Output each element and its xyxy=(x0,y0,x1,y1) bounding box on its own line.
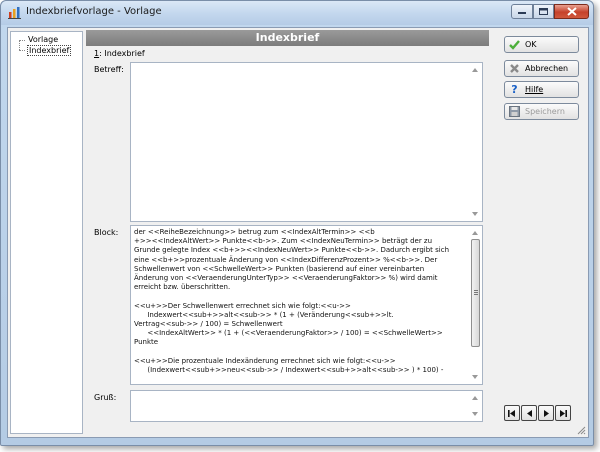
ok-button[interactable]: OK xyxy=(504,36,579,53)
help-question-icon: ? xyxy=(511,83,518,96)
last-record-icon xyxy=(560,409,567,417)
block-label: Block: xyxy=(94,228,119,237)
block-textarea[interactable]: der <<ReiheBezeichnung>> betrug zum <<In… xyxy=(130,225,483,385)
gruss-textarea[interactable] xyxy=(130,390,483,422)
template-tree[interactable]: Vorlage Indexbrief xyxy=(10,31,83,434)
help-button[interactable]: ? Hilfe xyxy=(504,81,579,98)
gruss-label: Gruß: xyxy=(94,393,117,402)
save-label: Speichern xyxy=(525,107,565,116)
main-window: Indexbriefvorlage - Vorlage Vorlage Inde… xyxy=(0,0,594,446)
maximize-button[interactable] xyxy=(533,4,554,19)
betreff-textarea[interactable] xyxy=(130,62,483,222)
resize-grip-icon[interactable] xyxy=(576,425,586,435)
betreff-scrollbar[interactable] xyxy=(470,63,482,221)
scroll-up-icon[interactable] xyxy=(472,396,478,400)
cancel-label: Abbrechen xyxy=(525,64,569,73)
form-panel: Indexbrief 1: Indexbrief Betreff: Block:… xyxy=(86,30,491,436)
check-icon xyxy=(509,39,520,50)
scroll-up-icon[interactable] xyxy=(472,231,478,235)
app-icon xyxy=(8,7,21,19)
maximize-icon xyxy=(539,8,548,15)
minimize-button[interactable] xyxy=(511,4,533,19)
ok-label: OK xyxy=(525,40,537,49)
first-record-button[interactable] xyxy=(504,405,520,421)
minimize-icon xyxy=(518,11,526,14)
tab-label: : Indexbrief xyxy=(99,49,145,58)
next-record-icon xyxy=(543,409,549,417)
cancel-button[interactable]: Abbrechen xyxy=(504,60,579,77)
dialog-content: Vorlage Indexbrief Indexbrief 1: Indexbr… xyxy=(7,27,589,438)
previous-record-icon xyxy=(526,409,532,417)
scroll-up-icon[interactable] xyxy=(472,68,478,72)
window-title: Indexbriefvorlage - Vorlage xyxy=(26,6,162,17)
tree-item-vorlage[interactable]: Vorlage xyxy=(27,35,59,44)
record-navigator xyxy=(504,405,571,421)
cancel-x-icon xyxy=(509,63,520,74)
tab-indexbrief[interactable]: 1: Indexbrief xyxy=(94,49,145,58)
previous-record-button[interactable] xyxy=(521,405,537,421)
first-record-icon xyxy=(508,409,515,417)
floppy-disk-icon xyxy=(509,106,520,117)
scroll-down-icon[interactable] xyxy=(472,412,478,416)
form-header: Indexbrief xyxy=(86,30,489,46)
next-record-button[interactable] xyxy=(538,405,554,421)
tree-connector xyxy=(19,40,20,50)
block-text: der <<ReiheBezeichnung>> betrug zum <<In… xyxy=(134,228,450,375)
title-bar[interactable]: Indexbriefvorlage - Vorlage xyxy=(1,1,593,25)
close-icon xyxy=(566,7,577,16)
help-label: Hilfe xyxy=(525,85,544,94)
tree-item-indexbrief[interactable]: Indexbrief xyxy=(27,45,72,56)
tree-connector xyxy=(19,40,25,41)
scroll-down-icon[interactable] xyxy=(472,212,478,216)
gruss-scrollbar[interactable] xyxy=(470,391,482,421)
save-button[interactable]: Speichern xyxy=(504,103,579,120)
scroll-thumb[interactable] xyxy=(471,239,480,347)
grip-icon xyxy=(474,290,478,291)
close-button[interactable] xyxy=(554,4,589,19)
scroll-down-icon[interactable] xyxy=(472,375,478,379)
last-record-button[interactable] xyxy=(555,405,571,421)
betreff-label: Betreff: xyxy=(94,65,124,74)
block-scrollbar[interactable] xyxy=(470,226,482,384)
tree-connector xyxy=(19,50,25,51)
